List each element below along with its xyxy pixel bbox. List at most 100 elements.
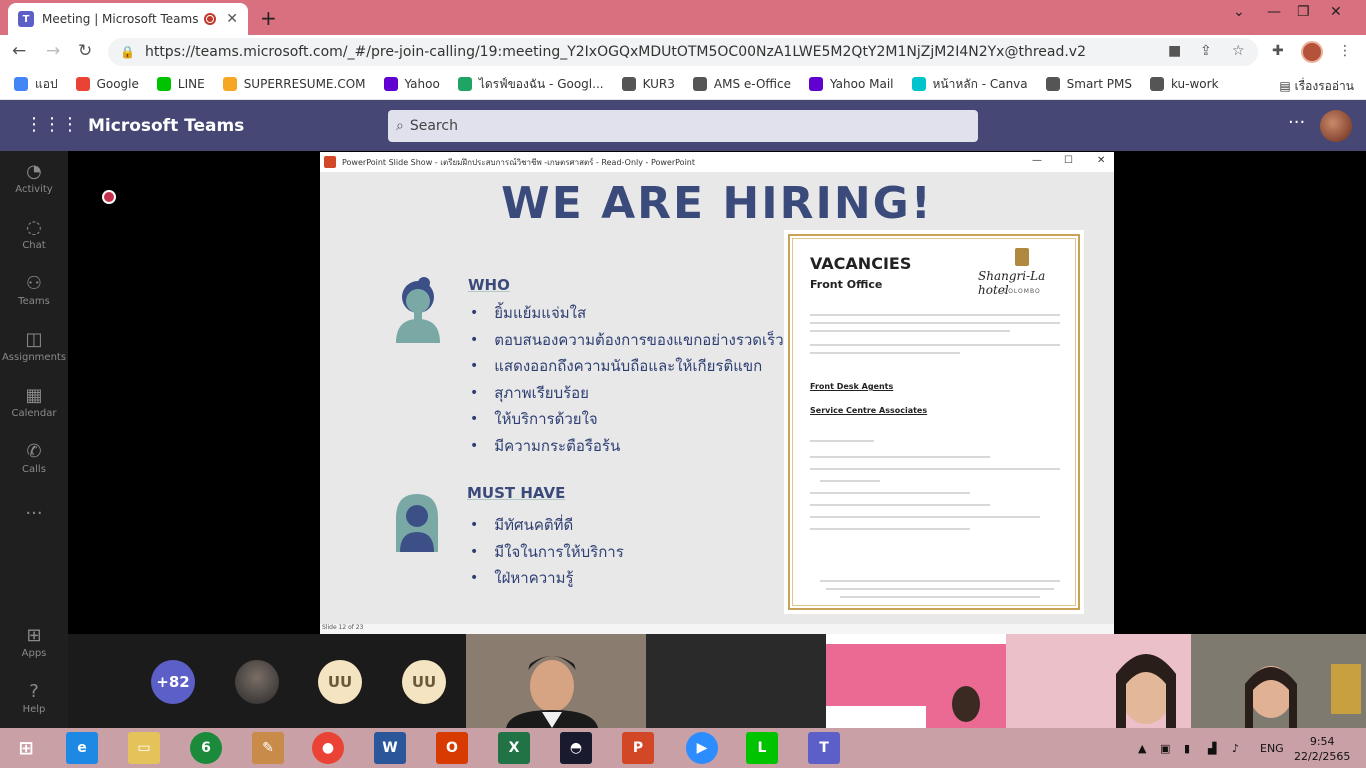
chrome-icon[interactable]: ●	[312, 732, 344, 764]
man-person-icon	[396, 494, 438, 552]
tab-close-icon[interactable]: ✕	[226, 11, 238, 27]
back-button[interactable]: ←	[12, 41, 26, 61]
must-have-list: มีทัศนคติที่ดี มีใจในการให้บริการ ใฝ่หาค…	[470, 512, 624, 592]
slide-headline: WE ARE HIRING!	[501, 178, 933, 229]
search-input[interactable]: ⌕ Search	[388, 110, 978, 142]
window-close-button[interactable]: ✕	[1330, 4, 1342, 20]
vacancy-card: VACANCIES Front Office Shangri-La hotel …	[784, 230, 1084, 614]
tab-search-icon[interactable]: ⌄	[1233, 4, 1245, 20]
participant-video[interactable]	[1006, 634, 1191, 728]
tray-expand-icon[interactable]: ▲	[1138, 742, 1146, 755]
file-explorer-icon[interactable]: ▭	[128, 732, 160, 764]
browser-tab-teams[interactable]: T Meeting | Microsoft Teams ✕	[8, 3, 248, 35]
participant-video[interactable]	[466, 634, 646, 728]
more-participants-badge[interactable]: +82	[151, 660, 195, 704]
participant-avatar[interactable]	[235, 660, 279, 704]
bookmark-item[interactable]: ไดรฟ์ของฉัน - Googl...	[457, 75, 604, 94]
forward-button[interactable]: →	[46, 41, 60, 61]
menu-kebab-icon[interactable]: ⋮	[1338, 43, 1352, 59]
network-icon[interactable]: ▣	[1160, 742, 1170, 755]
rail-apps[interactable]: ⊞ Apps	[0, 625, 68, 659]
internet-explorer-icon[interactable]: e	[66, 732, 98, 764]
must-item: ใฝ่หาความรู้	[470, 565, 624, 592]
minimize-button[interactable]: —	[1267, 4, 1281, 20]
paint-icon[interactable]: ✎	[252, 732, 284, 764]
battery-icon[interactable]: ▮	[1184, 742, 1190, 755]
app-launcher-icon[interactable]: ⋮⋮⋮	[25, 114, 79, 135]
bookmark-item[interactable]: KUR3	[621, 77, 675, 91]
job-front-desk-agents: Front Desk Agents	[810, 382, 894, 391]
rail-more[interactable]: ···	[0, 503, 68, 526]
participant-screen-share[interactable]	[826, 634, 1006, 728]
extensions-icon[interactable]: ✚	[1272, 43, 1284, 59]
rail-chat[interactable]: ◌ Chat	[0, 217, 68, 251]
user-avatar[interactable]	[1320, 110, 1352, 142]
more-options-icon[interactable]: ···	[1288, 112, 1305, 133]
rail-label: Apps	[21, 648, 47, 659]
bookmark-favicon-icon	[911, 77, 926, 91]
rail-teams[interactable]: ⚇ Teams	[0, 273, 68, 307]
reading-list-label: เรื่องรออ่าน	[1294, 79, 1354, 93]
bookmark-item[interactable]: LINE	[156, 77, 205, 91]
bookmark-item[interactable]: Yahoo	[383, 77, 440, 91]
maximize-button[interactable]: ❐	[1297, 4, 1310, 20]
bookmark-item[interactable]: AMS e-Office	[692, 77, 791, 91]
recording-indicator-icon	[204, 13, 217, 25]
signal-icon[interactable]: ▟	[1208, 742, 1216, 755]
office-icon[interactable]: O	[436, 732, 468, 764]
reload-button[interactable]: ↻	[78, 41, 92, 61]
green-app-icon[interactable]: 6	[190, 732, 222, 764]
bookmark-label: Smart PMS	[1066, 77, 1132, 91]
participant-avatar[interactable]: UU	[402, 660, 446, 704]
share-icon[interactable]: ⇪	[1200, 43, 1212, 59]
app-icon[interactable]: ◓	[560, 732, 592, 764]
bookmark-item[interactable]: แอป	[14, 75, 58, 94]
input-language[interactable]: ENG	[1260, 742, 1284, 755]
zoom-icon[interactable]: ▶	[686, 732, 718, 764]
bookmark-favicon-icon	[457, 77, 472, 91]
ppt-minimize-button[interactable]: —	[1032, 155, 1042, 166]
participant-video-image	[1191, 634, 1366, 728]
powerpoint-taskbar-icon[interactable]: P	[622, 732, 654, 764]
address-bar[interactable]: 🔒 https://teams.microsoft.com/_#/pre-joi…	[108, 38, 1258, 66]
word-icon[interactable]: W	[374, 732, 406, 764]
bookmark-star-icon[interactable]: ☆	[1232, 43, 1245, 59]
rail-calls[interactable]: ✆ Calls	[0, 441, 68, 475]
bookmark-item[interactable]: Google	[75, 77, 139, 91]
bookmark-item[interactable]: Yahoo Mail	[808, 77, 894, 91]
camera-icon[interactable]: ■	[1168, 43, 1181, 59]
volume-icon[interactable]: ♪	[1232, 742, 1239, 755]
line-icon[interactable]: L	[746, 732, 778, 764]
ppt-window-title: PowerPoint Slide Show - เตรียมฝึกประสบกา…	[342, 157, 695, 167]
teams-icon: ⚇	[25, 273, 43, 294]
who-heading: WHO	[468, 276, 510, 294]
overflow-count: +82	[156, 673, 190, 691]
participant-avatar[interactable]: UU	[318, 660, 362, 704]
rail-label: Teams	[18, 296, 50, 307]
ppt-title-bar: PowerPoint Slide Show - เตรียมฝึกประสบกา…	[320, 152, 1114, 172]
ppt-close-button[interactable]: ✕	[1097, 155, 1105, 166]
search-placeholder: Search	[409, 118, 458, 134]
fine-print-line	[810, 492, 970, 494]
system-clock[interactable]: 9:54 22/2/2565	[1294, 734, 1350, 764]
participant-video[interactable]	[1191, 634, 1366, 728]
profile-avatar[interactable]	[1301, 41, 1323, 63]
bookmark-item[interactable]: ku-work	[1149, 77, 1219, 91]
teams-taskbar-icon[interactable]: T	[808, 732, 840, 764]
windows-start-icon[interactable]: ⊞	[10, 732, 42, 764]
new-tab-button[interactable]: +	[260, 6, 277, 30]
bookmark-item[interactable]: SUPERRESUME.COM	[222, 77, 366, 91]
fine-print-line	[810, 516, 1040, 518]
rail-help[interactable]: ? Help	[0, 681, 68, 715]
rail-calendar[interactable]: ▦ Calendar	[0, 385, 68, 419]
ppt-maximize-button[interactable]: ☐	[1064, 155, 1073, 166]
reading-list-button[interactable]: ▤ เรื่องรออ่าน	[1279, 77, 1354, 96]
excel-icon[interactable]: X	[498, 732, 530, 764]
participant-video-off[interactable]	[646, 634, 826, 728]
rail-activity[interactable]: ◔ Activity	[0, 161, 68, 195]
bookmark-item[interactable]: Smart PMS	[1045, 77, 1132, 91]
bookmark-label: LINE	[177, 77, 205, 91]
bookmark-item[interactable]: หน้าหลัก - Canva	[911, 75, 1028, 94]
app-title: Microsoft Teams	[88, 116, 245, 136]
rail-assignments[interactable]: ◫ Assignments	[0, 329, 68, 363]
